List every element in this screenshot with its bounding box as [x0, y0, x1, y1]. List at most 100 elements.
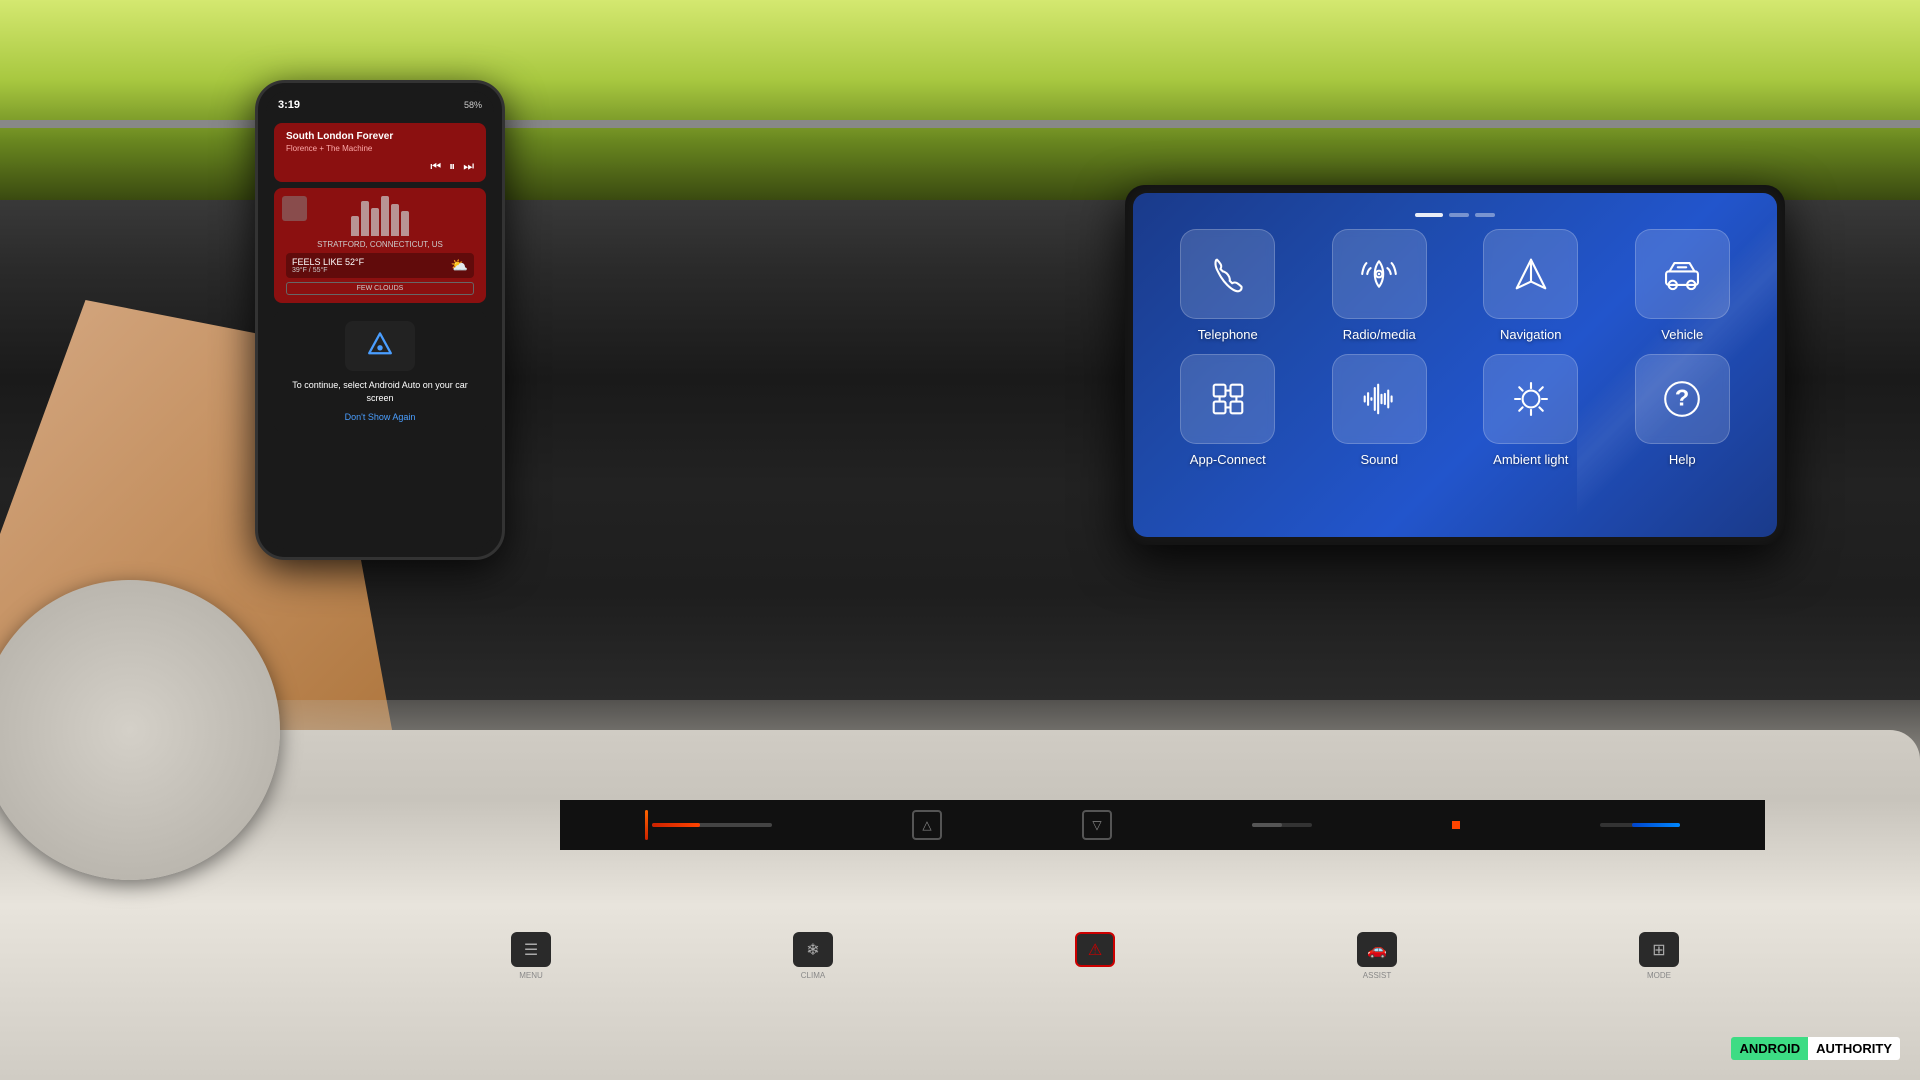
fan-speed-slider[interactable]	[1252, 823, 1312, 827]
page-dot-3[interactable]	[1475, 213, 1495, 217]
android-auto-instruction: To continue, select Android Auto on your…	[284, 379, 476, 404]
left-temp-control	[645, 810, 772, 840]
weather-bar-3	[371, 208, 379, 236]
assist-label: ASSIST	[1363, 971, 1391, 980]
climate-controls-bar: △ ▽	[560, 800, 1765, 850]
page-dots	[1158, 213, 1752, 217]
weather-bar-5	[391, 204, 399, 236]
music-controls: ⏮ ⏸ ⏭	[286, 159, 474, 174]
weather-bar-4	[381, 196, 389, 236]
telephone-label: Telephone	[1198, 327, 1258, 342]
telephone-icon	[1207, 253, 1249, 295]
weather-image-icon	[282, 196, 307, 221]
menu-item-navigation[interactable]: Navigation	[1461, 229, 1601, 342]
svg-text:?: ?	[1675, 385, 1689, 411]
page-dot-1[interactable]	[1415, 213, 1443, 217]
vehicle-icon-box	[1635, 229, 1730, 319]
music-title: South London Forever	[286, 131, 474, 142]
menu-item-radio-media[interactable]: Radio/media	[1310, 229, 1450, 342]
assist-button[interactable]: 🚗 ASSIST	[1357, 932, 1397, 980]
weather-chart	[286, 196, 474, 236]
app-connect-icon	[1207, 378, 1249, 420]
menu-item-sound[interactable]: Sound	[1310, 354, 1450, 467]
menu-label: MENU	[519, 971, 543, 980]
radio-label: Radio/media	[1343, 327, 1416, 342]
vehicle-label: Vehicle	[1661, 327, 1703, 342]
left-heat-indicator	[645, 810, 648, 840]
right-temp-fill	[1632, 823, 1680, 827]
radio-icon-box	[1332, 229, 1427, 319]
help-icon-box: ?	[1635, 354, 1730, 444]
menu-item-help[interactable]: ? Help	[1613, 354, 1753, 467]
music-subtitle: Florence + The Machine	[286, 144, 474, 153]
fan-speed-fill	[1252, 823, 1282, 827]
android-auto-icon-box	[345, 321, 415, 371]
clima-button[interactable]: ❄ CLIMA	[793, 932, 833, 980]
sound-label: Sound	[1360, 452, 1398, 467]
weather-feels-like: FEELS LIKE 52°F	[292, 257, 364, 267]
sound-icon	[1358, 378, 1400, 420]
mode-button[interactable]: ⊞ MODE	[1639, 932, 1679, 980]
defrost-rear-icon[interactable]: ▽	[1082, 810, 1112, 840]
sound-icon-box	[1332, 354, 1427, 444]
weather-bar-1	[351, 216, 359, 236]
app-connect-label: App-Connect	[1190, 452, 1266, 467]
hazard-button[interactable]: ⚠	[1075, 932, 1115, 980]
watermark-android: ANDROID	[1731, 1037, 1808, 1060]
phone-time: 3:19	[278, 99, 300, 111]
ambient-light-icon-box	[1483, 354, 1578, 444]
weather-location: STRATFORD, CONNECTICUT, US	[286, 240, 474, 249]
menu-item-vehicle[interactable]: Vehicle	[1613, 229, 1753, 342]
android-auto-link[interactable]: Don't Show Again	[284, 412, 476, 422]
dash-surface	[0, 730, 1920, 1080]
clima-label: CLIMA	[801, 971, 825, 980]
mode-icon: ⊞	[1639, 932, 1679, 967]
weather-temp-range: 39°F / 55°F	[292, 267, 364, 274]
navigation-label: Navigation	[1500, 327, 1561, 342]
watermark-authority: AUTHORITY	[1808, 1037, 1900, 1060]
vehicle-icon	[1661, 253, 1703, 295]
weather-bar-2	[361, 201, 369, 236]
android-auto-icon	[362, 328, 398, 364]
ambient-light-icon	[1510, 378, 1552, 420]
car-screen-bezel: Telephone Radio/media	[1125, 185, 1785, 545]
defrost-icon[interactable]: △	[912, 810, 942, 840]
menu-grid: Telephone Radio/media	[1158, 229, 1752, 467]
left-temp-slider[interactable]	[652, 823, 772, 827]
app-connect-icon-box	[1180, 354, 1275, 444]
navigation-icon-box	[1483, 229, 1578, 319]
music-next-icon[interactable]: ⏭	[463, 159, 474, 174]
help-icon: ?	[1661, 378, 1703, 420]
telephone-icon-box	[1180, 229, 1275, 319]
watermark: ANDROID AUTHORITY	[1731, 1037, 1900, 1060]
temp-dot-red	[1452, 821, 1460, 829]
navigation-icon	[1510, 253, 1552, 295]
phone-music-player[interactable]: South London Forever Florence + The Mach…	[274, 123, 486, 182]
weather-temp-box: FEELS LIKE 52°F 39°F / 55°F ⛅	[286, 253, 474, 278]
assist-icon: 🚗	[1357, 932, 1397, 967]
weather-description: FEW CLOUDS	[286, 282, 474, 295]
menu-item-telephone[interactable]: Telephone	[1158, 229, 1298, 342]
menu-item-app-connect[interactable]: App-Connect	[1158, 354, 1298, 467]
right-temp-slider[interactable]	[1600, 823, 1680, 827]
phone-battery: 58%	[464, 100, 482, 110]
page-dot-2[interactable]	[1449, 213, 1469, 217]
clima-icon: ❄	[793, 932, 833, 967]
menu-icon: ☰	[511, 932, 551, 967]
phone: 3:19 58% South London Forever Florence +…	[255, 80, 505, 560]
android-auto-section[interactable]: To continue, select Android Auto on your…	[274, 311, 486, 432]
music-play-icon[interactable]: ⏸	[449, 159, 455, 174]
help-label: Help	[1669, 452, 1696, 467]
ambient-light-label: Ambient light	[1493, 452, 1568, 467]
menu-button[interactable]: ☰ MENU	[511, 932, 551, 980]
function-buttons: ☰ MENU ❄ CLIMA ⚠ 🚗 ASSIST ⊞ MODE	[370, 932, 1820, 980]
menu-item-ambient-light[interactable]: Ambient light	[1461, 354, 1601, 467]
mode-label: MODE	[1647, 971, 1671, 980]
weather-bar-6	[401, 211, 409, 236]
music-prev-icon[interactable]: ⏮	[430, 159, 441, 174]
phone-screen: 3:19 58% South London Forever Florence +…	[266, 91, 494, 549]
phone-status-bar: 3:19 58%	[266, 91, 494, 119]
weather-clouds-icon: ⛅	[451, 257, 468, 274]
car-screen: Telephone Radio/media	[1133, 193, 1777, 537]
left-temp-fill	[652, 823, 700, 827]
